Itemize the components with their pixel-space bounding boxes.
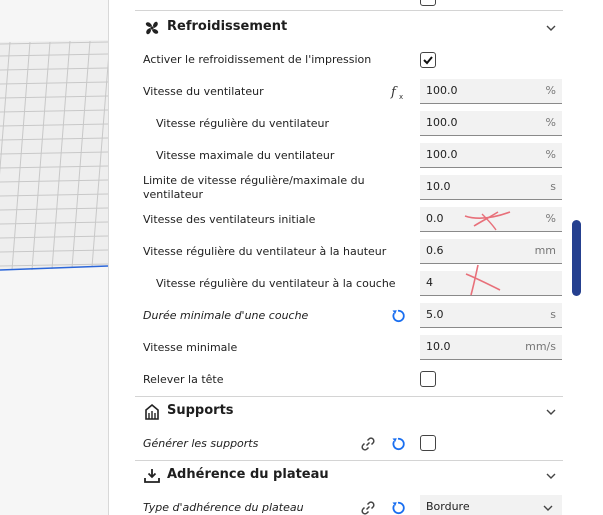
setting-label: Vitesse du ventilateur xyxy=(143,85,264,98)
chevron-down-icon xyxy=(546,473,556,479)
input-value: 100.0 xyxy=(426,148,458,161)
section-cooling[interactable]: Refroidissement xyxy=(135,13,563,43)
reset-icon[interactable] xyxy=(390,436,406,452)
setting-label: Vitesse régulière du ventilateur xyxy=(156,117,330,130)
input-value: 0.0 xyxy=(426,212,444,225)
input-unit: mm xyxy=(534,244,556,257)
setting-label: Vitesse régulière du ventilateur à la co… xyxy=(156,277,396,290)
divider xyxy=(135,10,563,11)
setting-label: Générer les supports xyxy=(143,437,259,450)
setting-label: Vitesse des ventilateurs initiale xyxy=(143,213,316,226)
previous-checkbox[interactable] xyxy=(420,0,436,6)
function-icon[interactable]: f x xyxy=(390,84,406,100)
setting-lift-head: Relever la tête xyxy=(135,364,563,396)
setting-cooling-enabled: Activer le refroidissement de l'impressi… xyxy=(135,44,563,76)
regular-fan-speed-layer-input[interactable]: 4 xyxy=(420,271,562,296)
section-supports[interactable]: Supports xyxy=(135,397,563,427)
setting-min-speed: Vitesse minimale 10.0 mm/s xyxy=(135,332,563,364)
generate-supports-checkbox[interactable] xyxy=(420,435,436,451)
setting-regular-fan-speed-layer: Vitesse régulière du ventilateur à la co… xyxy=(135,268,563,300)
setting-generate-supports: Générer les supports xyxy=(135,428,563,460)
regular-fan-speed-input[interactable]: 100.0 % xyxy=(420,111,562,136)
setting-fan-speed-threshold: Limite de vitesse régulière/maximale du … xyxy=(135,172,563,204)
input-unit: mm/s xyxy=(525,340,556,353)
cooling-enabled-checkbox[interactable] xyxy=(420,52,436,68)
setting-label: Vitesse maximale du ventilateur xyxy=(156,149,335,162)
fan-icon xyxy=(145,21,159,35)
setting-initial-fan-speed: Vitesse des ventilateurs initiale 0.0 % xyxy=(135,204,563,236)
input-unit: % xyxy=(545,84,556,97)
adhesion-type-select[interactable]: Bordure xyxy=(420,495,562,515)
reset-icon[interactable] xyxy=(390,500,406,515)
input-value: 100.0 xyxy=(426,84,458,97)
setting-regular-fan-speed-height: Vitesse régulière du ventilateur à la ha… xyxy=(135,236,563,268)
input-value: 4 xyxy=(426,276,433,289)
svg-text:x: x xyxy=(399,93,403,100)
input-value: 10.0 xyxy=(426,180,451,193)
lift-head-checkbox[interactable] xyxy=(420,371,436,387)
scrollbar-thumb[interactable] xyxy=(572,220,581,296)
setting-label: Durée minimale d'une couche xyxy=(143,309,309,322)
input-unit: % xyxy=(545,116,556,129)
fan-speed-threshold-input[interactable]: 10.0 s xyxy=(420,175,562,200)
setting-label: Type d'adhérence du plateau xyxy=(143,501,304,514)
build-plate-grid xyxy=(0,40,108,271)
setting-label: Vitesse minimale xyxy=(143,341,238,354)
section-title: Adhérence du plateau xyxy=(167,467,329,482)
check-icon xyxy=(423,56,433,65)
input-value: 5.0 xyxy=(426,308,444,321)
chevron-down-icon xyxy=(546,409,556,415)
adhesion-icon xyxy=(144,469,160,483)
setting-label: Activer le refroidissement de l'impressi… xyxy=(143,53,372,66)
setting-max-fan-speed: Vitesse maximale du ventilateur 100.0 % xyxy=(135,140,563,172)
reset-icon[interactable] xyxy=(390,308,406,324)
chevron-down-icon xyxy=(543,505,553,511)
input-unit: s xyxy=(550,308,556,321)
min-speed-input[interactable]: 10.0 mm/s xyxy=(420,335,562,360)
setting-label: Limite de vitesse régulière/maximale du … xyxy=(143,174,365,201)
setting-fan-speed: Vitesse du ventilateur f x 100.0 % xyxy=(135,76,563,108)
initial-fan-speed-input[interactable]: 0.0 % xyxy=(420,207,562,232)
input-unit: % xyxy=(545,148,556,161)
setting-regular-fan-speed: Vitesse régulière du ventilateur 100.0 % xyxy=(135,108,563,140)
min-layer-time-input[interactable]: 5.0 s xyxy=(420,303,562,328)
3d-viewport[interactable] xyxy=(0,0,108,515)
chevron-down-icon xyxy=(546,25,556,31)
setting-adhesion-type: Type d'adhérence du plateau Bordure xyxy=(135,492,563,515)
section-adhesion[interactable]: Adhérence du plateau xyxy=(135,461,563,491)
setting-min-layer-time: Durée minimale d'une couche 5.0 s xyxy=(135,300,563,332)
input-unit: s xyxy=(550,180,556,193)
section-title: Refroidissement xyxy=(167,19,288,34)
input-value: 10.0 xyxy=(426,340,451,353)
select-value: Bordure xyxy=(426,500,470,513)
section-title: Supports xyxy=(167,403,234,418)
input-value: 100.0 xyxy=(426,116,458,129)
fan-speed-input[interactable]: 100.0 % xyxy=(420,79,562,104)
input-unit: % xyxy=(545,212,556,225)
support-icon xyxy=(145,403,159,420)
setting-label: Vitesse régulière du ventilateur à la ha… xyxy=(143,245,387,258)
max-fan-speed-input[interactable]: 100.0 % xyxy=(420,143,562,168)
svg-text:f: f xyxy=(390,85,398,100)
setting-label: Relever la tête xyxy=(143,373,224,386)
input-value: 0.6 xyxy=(426,244,444,257)
link-icon[interactable] xyxy=(360,436,376,452)
regular-fan-speed-height-input[interactable]: 0.6 mm xyxy=(420,239,562,264)
link-icon[interactable] xyxy=(360,500,376,515)
